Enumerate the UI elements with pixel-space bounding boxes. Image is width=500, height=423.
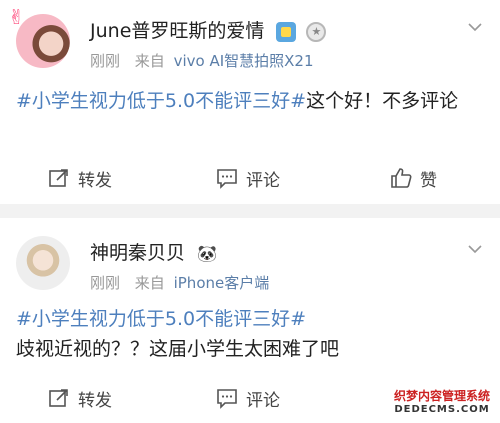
chevron-down-icon[interactable] bbox=[466, 240, 484, 258]
like-label: 赞 bbox=[420, 170, 437, 191]
topic-link[interactable]: #小学生视力低于5.0不能评三好# bbox=[16, 304, 486, 334]
comment-button[interactable]: 评论 bbox=[216, 378, 280, 418]
site-watermark: 织梦内容管理系统 DEDECMS.COM bbox=[390, 389, 494, 417]
post-meta: 刚刚 来自 vivo AI智慧拍照X21 bbox=[90, 50, 314, 71]
repost-icon bbox=[49, 169, 68, 187]
panda-emoji-icon: 🐼 bbox=[197, 244, 217, 263]
topic-link[interactable]: #小学生视力低于5.0不能评三好# bbox=[16, 90, 306, 112]
repost-label: 转发 bbox=[78, 390, 112, 411]
post-time: 刚刚 bbox=[90, 52, 121, 70]
post-time: 刚刚 bbox=[90, 274, 121, 292]
user-name[interactable]: June普罗旺斯的爱情 bbox=[90, 20, 264, 42]
thumbs-up-icon bbox=[391, 168, 412, 188]
source-prefix: 来自 bbox=[134, 274, 165, 292]
post-text: 歧视近视的？？这届小学生太困难了吧 bbox=[16, 338, 340, 360]
repost-icon bbox=[49, 389, 68, 407]
comment-label: 评论 bbox=[246, 390, 280, 411]
post-content: #小学生视力低于5.0不能评三好#这个好！不多评论 bbox=[16, 86, 486, 116]
member-badge-icon bbox=[276, 21, 297, 42]
post-source[interactable]: iPhone客户端 bbox=[174, 274, 270, 292]
watermark-line1: 织梦内容管理系统 bbox=[393, 389, 490, 403]
comment-icon bbox=[217, 389, 237, 409]
repost-label: 转发 bbox=[78, 170, 112, 191]
post-meta: 刚刚 来自 iPhone客户端 bbox=[90, 272, 269, 293]
comment-button[interactable]: 评论 bbox=[216, 158, 280, 198]
post-text: 这个好！不多评论 bbox=[306, 90, 459, 112]
source-prefix: 来自 bbox=[134, 52, 165, 70]
avatar[interactable] bbox=[16, 236, 70, 290]
repost-button[interactable]: 转发 bbox=[48, 158, 112, 198]
user-name[interactable]: 神明秦贝贝 bbox=[90, 242, 185, 264]
weibo-post: ✌ June普罗旺斯的爱情 ★ 刚刚 来自 vivo AI智慧拍照X21 #小学… bbox=[0, 0, 500, 204]
comment-icon bbox=[217, 169, 237, 189]
like-button[interactable]: 赞 bbox=[390, 158, 437, 198]
post-source[interactable]: vivo AI智慧拍照X21 bbox=[174, 52, 314, 70]
post-content: #小学生视力低于5.0不能评三好# 歧视近视的？？这届小学生太困难了吧 bbox=[16, 304, 486, 364]
action-bar: 转发 评论 赞 bbox=[0, 158, 500, 198]
chevron-down-icon[interactable] bbox=[466, 18, 484, 36]
medal-icon: ★ bbox=[306, 21, 327, 42]
heart-hands-icon: ✌ bbox=[8, 5, 25, 29]
comment-label: 评论 bbox=[246, 170, 280, 191]
watermark-line2: DEDECMS.COM bbox=[394, 404, 490, 415]
post-separator bbox=[0, 204, 500, 218]
repost-button[interactable]: 转发 bbox=[48, 378, 112, 418]
